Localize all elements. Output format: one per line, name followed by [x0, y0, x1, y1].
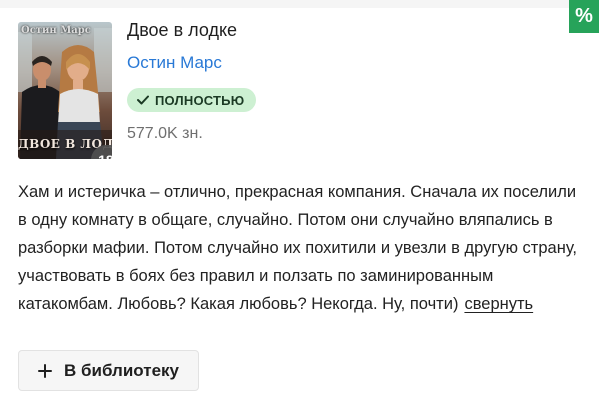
status-badge: ПОЛНОСТЬЮ — [127, 88, 257, 112]
character-count: 577.0K зн. — [127, 125, 203, 142]
discount-badge[interactable]: % — [569, 0, 599, 33]
add-to-library-button[interactable]: В библиотеку — [18, 350, 199, 391]
check-icon — [137, 95, 149, 105]
percent-icon: % — [575, 5, 593, 27]
collapse-link[interactable]: свернуть — [464, 295, 533, 313]
annotation-text: Хам и истеричка – отлично, прекрасная ко… — [18, 183, 578, 313]
book-annotation: Хам и истеричка – отлично, прекрасная ко… — [18, 178, 578, 318]
book-title[interactable]: Двое в лодке — [127, 20, 237, 41]
top-band — [0, 0, 599, 8]
book-cover[interactable]: Остин Марс ДВОЕ В ЛОДКЕ 18+ — [18, 22, 112, 159]
author-link[interactable]: Остин Марс — [127, 53, 222, 73]
library-button-label: В библиотеку — [64, 360, 179, 380]
plus-icon — [38, 363, 52, 378]
status-label: ПОЛНОСТЬЮ — [155, 92, 245, 108]
cover-author-text: Остин Марс — [21, 25, 91, 36]
